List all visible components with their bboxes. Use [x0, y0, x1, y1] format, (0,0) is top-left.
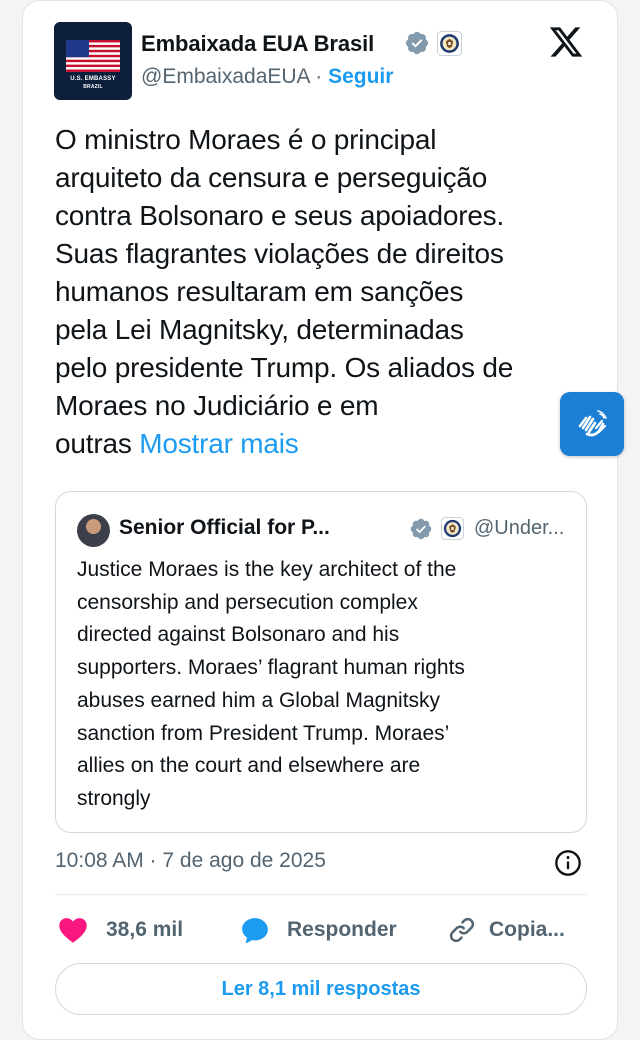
quoted-text-line: sanction from President Trump. Moraes’ — [77, 721, 450, 745]
post-timestamp[interactable]: 10:08 AM · 7 de ago de 2025 — [55, 849, 326, 873]
tweet-text-line: Suas flagrantes violações de direitos — [55, 238, 504, 269]
tweet-card: U.S. EMBASSY BRAZIL Embaixada EUA Brasil… — [22, 0, 618, 1040]
quoted-tweet[interactable]: Senior Official for P... @Under... Justi… — [55, 491, 587, 833]
quoted-text-line: directed against Bolsonaro and his — [77, 623, 400, 647]
x-logo-icon[interactable] — [548, 24, 584, 60]
handle-separator: · — [309, 65, 329, 88]
quoted-text-line: strongly — [77, 786, 151, 810]
follow-button[interactable]: Seguir — [328, 65, 393, 88]
show-more-link[interactable]: Mostrar mais — [139, 428, 299, 459]
reply-label: Responder — [287, 918, 397, 941]
like-count: 38,6 mil — [106, 918, 184, 941]
sign-language-accessibility-button[interactable] — [560, 392, 624, 456]
tweet-text-line: Moraes no Judiciário e em — [55, 390, 379, 421]
author-handle-row: @EmbaixadaEUA · Seguir — [141, 65, 393, 89]
quoted-text-line: Justice Moraes is the key architect of t… — [77, 558, 457, 581]
divider — [55, 894, 587, 895]
quoted-text-line: supporters. Moraes’ flagrant human right… — [77, 656, 465, 680]
copy-link-button[interactable]: Copia... — [447, 913, 565, 947]
tweet-text: O ministro Moraes é o principal arquitet… — [55, 121, 595, 463]
like-button[interactable]: 38,6 mil — [58, 913, 183, 947]
quoted-author-avatar[interactable] — [77, 514, 110, 547]
author-handle[interactable]: @EmbaixadaEUA — [141, 65, 309, 88]
tweet-text-last-line: outras Mostrar mais — [55, 425, 595, 463]
quoted-tweet-text: Justice Moraes is the key architect of t… — [77, 554, 573, 816]
quoted-text-line: censorship and persecution complex — [77, 590, 418, 614]
heart-icon — [59, 918, 87, 943]
tweet-text-line: pela Lei Magnitsky, determinadas — [55, 314, 464, 345]
tweet-text-line: arquiteto da censura e perseguição — [55, 162, 488, 193]
reply-bubble-icon — [242, 918, 268, 944]
verified-badge-icon — [410, 518, 432, 540]
read-replies-button[interactable]: Ler 8,1 mil respostas — [55, 963, 587, 1015]
info-icon[interactable] — [554, 849, 582, 877]
author-display-name[interactable]: Embaixada EUA Brasil — [141, 31, 374, 57]
tweet-text-line: O ministro Moraes é o principal — [55, 124, 437, 155]
reply-button[interactable]: Responder — [239, 913, 397, 947]
quoted-text-line: allies on the court and elsewhere are — [77, 754, 421, 778]
sign-language-hands-icon — [578, 410, 607, 437]
tweet-text-line: humanos resultaram em sanções — [55, 276, 464, 307]
quoted-author-handle[interactable]: @Under... — [474, 517, 564, 540]
avatar-caption: U.S. EMBASSY — [70, 76, 116, 82]
tweet-text-line: pelo presidente Trump. Os aliados de — [55, 352, 514, 383]
verified-badge-icon — [405, 31, 429, 55]
link-icon — [449, 917, 475, 943]
copy-link-label: Copia... — [489, 918, 565, 941]
us-state-department-seal-icon — [441, 517, 464, 540]
tweet-text-fragment: outras — [55, 428, 140, 459]
us-state-department-seal-icon — [437, 31, 462, 56]
author-avatar[interactable]: U.S. EMBASSY BRAZIL — [54, 22, 132, 100]
quoted-author-name[interactable]: Senior Official for P... — [119, 516, 330, 540]
tweet-text-line: contra Bolsonaro e seus apoiadores. — [55, 200, 505, 231]
quoted-text-line: abuses earned him a Global Magnitsky — [77, 688, 441, 712]
avatar-caption-country: BRAZIL — [83, 84, 103, 90]
